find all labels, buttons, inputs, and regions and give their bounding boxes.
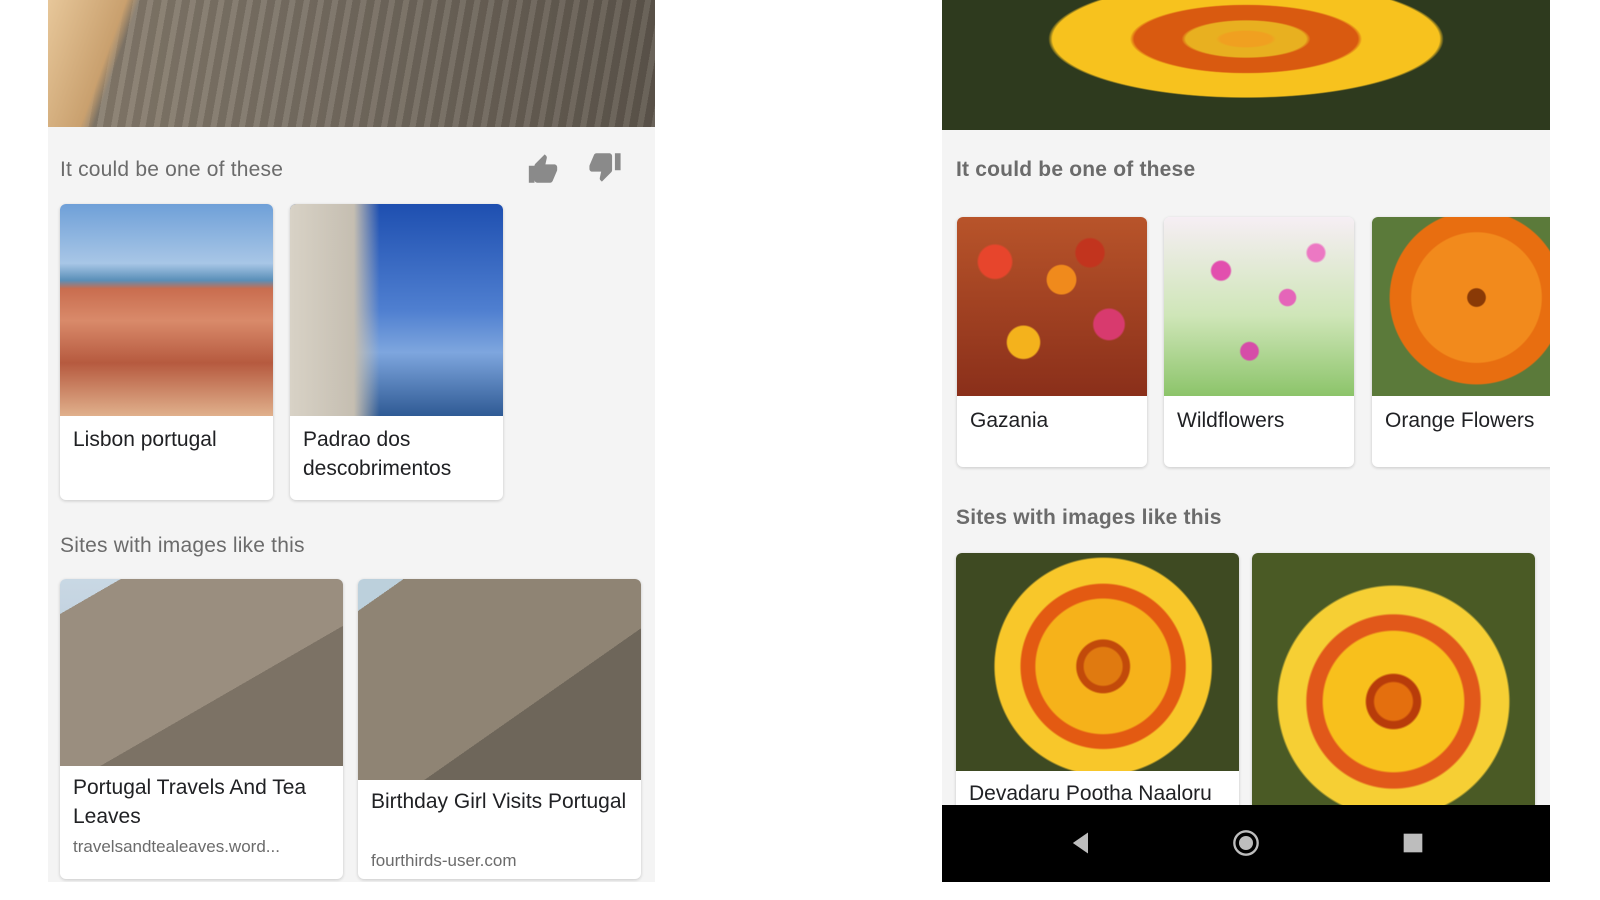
home-circle-icon[interactable] (1232, 829, 1260, 857)
site-source: fourthirds-user.com (371, 851, 517, 870)
back-triangle-icon[interactable] (1067, 829, 1095, 857)
suggestion-image (1372, 217, 1550, 396)
query-image-flower (942, 0, 1550, 130)
suggestion-title: Lisbon portugal (73, 428, 217, 451)
site-card[interactable]: Portugal Travels And Tea Leaves travelsa… (60, 579, 343, 879)
suggestion-title: Padrao dos descobrimentos (303, 428, 452, 480)
suggestion-image (290, 204, 503, 416)
suggestion-card[interactable]: Wildflowers (1164, 217, 1354, 467)
thumbs-up-icon[interactable] (526, 153, 560, 187)
site-source: travelsandtealeaves.word... (73, 837, 280, 856)
recents-square-icon[interactable] (1399, 829, 1427, 857)
site-card[interactable] (1252, 553, 1535, 823)
site-title: Devadaru Pootha Naaloru (969, 782, 1212, 805)
right-lens-results-panel: It could be one of these Gazania Wildflo… (942, 0, 1550, 882)
site-card[interactable]: Devadaru Pootha Naaloru (956, 553, 1239, 823)
site-image (358, 579, 641, 780)
site-title: Portugal Travels And Tea Leaves (73, 776, 307, 828)
sites-heading: Sites with images like this (956, 506, 1222, 529)
site-image (956, 553, 1239, 771)
suggestion-image (1164, 217, 1354, 396)
site-card[interactable]: Birthday Girl Visits Portugal fourthirds… (358, 579, 641, 879)
site-image (1252, 553, 1535, 823)
suggestion-title: Wildflowers (1177, 409, 1285, 432)
suggestion-card[interactable]: Orange Flowers (1372, 217, 1550, 467)
suggestion-card[interactable]: Padrao dos descobrimentos (290, 204, 503, 500)
suggestion-card[interactable]: Gazania (957, 217, 1147, 467)
suggestion-card[interactable]: Lisbon portugal (60, 204, 273, 500)
query-image-monument (48, 0, 655, 127)
sites-heading: Sites with images like this (60, 534, 305, 557)
suggestion-title: Gazania (970, 409, 1049, 432)
android-nav-bar (942, 805, 1550, 882)
site-image (60, 579, 343, 766)
suggestion-image (60, 204, 273, 416)
suggestion-image (957, 217, 1147, 396)
suggestion-title: Orange Flowers (1385, 409, 1535, 432)
left-lens-results-panel: It could be one of these Lisbon portugal… (48, 0, 655, 882)
site-title: Birthday Girl Visits Portugal (371, 790, 627, 813)
thumbs-down-icon[interactable] (588, 149, 622, 183)
suggestions-heading: It could be one of these (60, 158, 284, 181)
suggestions-heading: It could be one of these (956, 158, 1196, 181)
